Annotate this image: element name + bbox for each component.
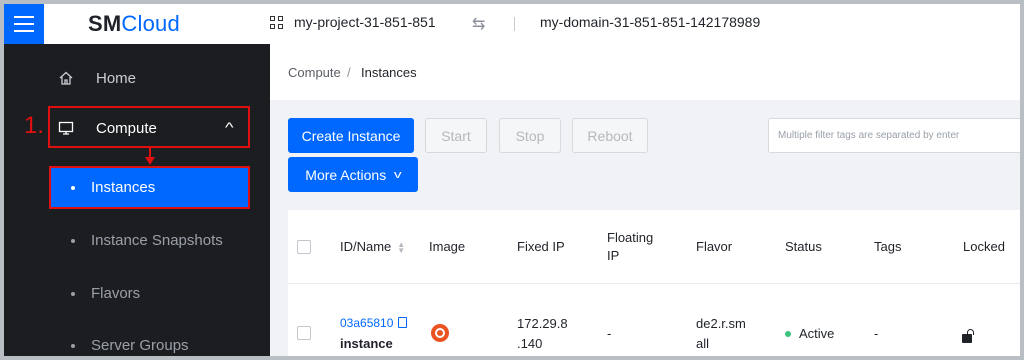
switch-icon[interactable]: ⇆ — [472, 14, 485, 34]
bullet-icon — [71, 239, 75, 243]
create-instance-button[interactable]: Create Instance — [288, 118, 414, 153]
column-header-id-name[interactable]: ID/Name ▲ ▼ — [340, 239, 405, 254]
column-header-tags: Tags — [874, 239, 902, 254]
fixed-ip-value: 172.29.8 — [517, 316, 568, 331]
select-all-checkbox[interactable] — [297, 240, 311, 254]
instance-id-link[interactable]: 03a65810 — [340, 316, 408, 330]
tags-value: - — [874, 326, 879, 341]
flavor-value: de2.r.sm — [696, 316, 746, 331]
reboot-button[interactable]: Reboot — [572, 118, 648, 153]
floating-ip-value: - — [607, 326, 612, 341]
header-divider — [514, 17, 515, 31]
column-header-floating-ip: Floating — [607, 230, 654, 245]
column-header-floating-ip-line2: IP — [607, 248, 620, 263]
breadcrumb-instances: Instances — [361, 65, 417, 80]
column-header-fixed-ip: Fixed IP — [517, 239, 565, 254]
bullet-icon — [71, 344, 75, 348]
chevron-down-icon: v — [394, 168, 402, 181]
sidebar-item-server-groups[interactable]: Server Groups — [50, 326, 250, 360]
filter-input[interactable]: Multiple filter tags are separated by en… — [768, 118, 1020, 153]
fixed-ip-value-line2: .140 — [517, 336, 543, 351]
app-logo[interactable]: SMCloud — [88, 11, 180, 37]
main-content: Compute / Instances Create Instance Star… — [270, 44, 1020, 356]
annotation-step-number: 1. — [24, 112, 45, 139]
bullet-icon — [71, 292, 75, 296]
more-actions-button[interactable]: More Actions v — [288, 157, 418, 192]
table-header: ID/Name ▲ ▼ Image Fixed IP Floating IP Fla… — [288, 210, 1020, 284]
domain-name: my-domain-31-851-851-142178989 — [540, 14, 761, 30]
sidebar-item-label: Instance Snapshots — [91, 232, 223, 249]
sidebar-item-flavors[interactable]: Flavors — [50, 274, 250, 314]
sort-icon[interactable]: ▲ ▼ — [397, 240, 405, 254]
breadcrumb-compute[interactable]: Compute — [288, 65, 341, 80]
column-header-status: Status — [785, 239, 822, 254]
top-bar: SMCloud my-project-31-851-851 ⇆ my-domai… — [4, 4, 1020, 44]
unlock-icon[interactable] — [962, 334, 972, 343]
instance-name: instance — [340, 336, 393, 351]
home-icon — [59, 71, 73, 85]
more-actions-label: More Actions — [305, 166, 387, 183]
sidebar-item-label: Server Groups — [91, 337, 189, 354]
project-name: my-project-31-851-851 — [294, 14, 436, 30]
start-button[interactable]: Start — [425, 118, 487, 153]
annotation-arrow-head — [145, 157, 155, 165]
breadcrumb: Compute / Instances — [270, 44, 1020, 100]
status-dot-icon — [785, 330, 791, 337]
sidebar-item-label: Home — [96, 70, 137, 87]
copy-icon[interactable] — [398, 317, 408, 328]
project-grid-icon — [270, 15, 283, 29]
breadcrumb-separator: / — [347, 65, 351, 80]
menu-toggle-icon[interactable] — [4, 4, 44, 44]
row-checkbox[interactable] — [297, 326, 311, 340]
column-header-image: Image — [429, 239, 466, 254]
sidebar-item-home[interactable]: Home — [4, 58, 270, 98]
annotation-highlight-compute — [48, 106, 250, 148]
flavor-value-line2: all — [696, 336, 710, 351]
annotation-highlight-instances — [49, 166, 250, 209]
sidebar-item-instance-snapshots[interactable]: Instance Snapshots — [50, 221, 250, 261]
project-selector[interactable]: my-project-31-851-851 — [270, 14, 436, 30]
ubuntu-icon — [431, 324, 449, 342]
status-badge: Active — [785, 326, 834, 341]
stop-button[interactable]: Stop — [499, 118, 561, 153]
instances-table: ID/Name ▲ ▼ Image Fixed IP Floating IP Fla… — [288, 210, 1020, 356]
sidebar-item-label: Flavors — [91, 285, 141, 302]
column-header-locked: Locked — [963, 239, 1005, 254]
column-header-flavor: Flavor — [696, 239, 733, 254]
